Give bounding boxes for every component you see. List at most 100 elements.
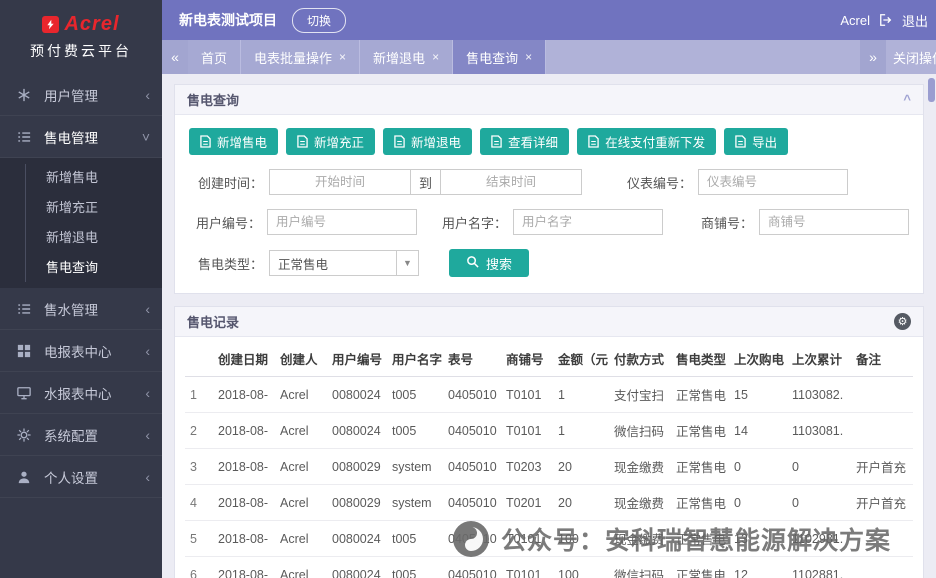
table-row[interactable]: 52018-08-Acrel0080024t0050405010T0101100… [185, 521, 913, 557]
table-cell: Acrel [275, 413, 327, 449]
sidebar-item-water-mgmt[interactable]: 售水管理‹ [0, 288, 162, 330]
tabs: 首页电表批量操作×新增退电× 售电查询 × [188, 40, 546, 74]
new-sale-button[interactable]: 新增售电 [189, 128, 278, 155]
table-cell: 1103081. [787, 413, 851, 449]
chevron-down-icon: ▼ [396, 251, 418, 275]
table-settings-icon[interactable]: ⚙ [894, 313, 911, 330]
online-pay-reissue-button[interactable]: 在线支付重新下发 [577, 128, 716, 155]
logout-button[interactable]: 退出 [902, 11, 928, 30]
logout-icon[interactable] [879, 13, 893, 27]
export-button[interactable]: 导出 [724, 128, 788, 155]
tabs-scroll-left-icon[interactable]: « [162, 40, 188, 74]
sidebar-item-water-report-center[interactable]: 水报表中心‹ [0, 372, 162, 414]
form-row-3: 售电类型： 正常售电 ▼ 搜索 [189, 249, 909, 277]
sidebar-item-user-mgmt[interactable]: 用户管理‹ [0, 74, 162, 116]
tabs-scroll-right-icon[interactable]: » [860, 40, 886, 74]
sidebar-item-label: 售水管理 [44, 299, 145, 319]
chevron-left-icon: ‹ [145, 301, 150, 317]
asterisk-icon [17, 88, 34, 102]
table-cell: T0203 [501, 449, 553, 485]
table-cell: 现金缴费 [609, 485, 671, 521]
doc-icon [394, 135, 405, 148]
list-icon [17, 130, 34, 144]
doc-icon [200, 135, 211, 148]
collapse-panel-icon[interactable]: ^ [903, 92, 911, 107]
view-detail-button[interactable]: 查看详细 [480, 128, 569, 155]
tab-sale-query[interactable]: 售电查询 × [453, 40, 546, 74]
switch-project-button[interactable]: 切换 [292, 8, 346, 33]
sale-query-panel: 售电查询 ^ 新增售电新增充正新增退电查看详细在线支付重新下发导出 创建时间： … [174, 84, 924, 294]
close-icon[interactable]: × [339, 50, 346, 64]
table-row[interactable]: 32018-08-Acrel0080029system0405010T02032… [185, 449, 913, 485]
sidebar-item-label: 系统配置 [44, 425, 145, 445]
close-icon[interactable]: × [525, 50, 532, 64]
table-cell: Acrel [275, 449, 327, 485]
user-name-input[interactable] [513, 209, 663, 235]
sidebar-subitem-new-sale[interactable]: 新增售电 [0, 163, 162, 193]
table-cell: 0080024 [327, 521, 387, 557]
table-cell: 0405010 [443, 485, 501, 521]
sidebar-item-elec-report-center[interactable]: 电报表中心‹ [0, 330, 162, 372]
table-cell: 0 [787, 449, 851, 485]
user-name-label: 用户名字： [435, 213, 507, 232]
table-cell: 4 [185, 485, 213, 521]
action-button-label: 新增充正 [314, 132, 364, 151]
chevron-left-icon: ‹ [145, 427, 150, 443]
table-row[interactable]: 42018-08-Acrel0080029system0405010T02012… [185, 485, 913, 521]
table-cell: 100 [553, 521, 609, 557]
sidebar-item-system-config[interactable]: 系统配置‹ [0, 414, 162, 456]
logo-subtitle: 预付费云平台 [30, 41, 132, 61]
table-cell: 6 [185, 557, 213, 578]
scrollbar-thumb[interactable] [928, 78, 935, 102]
sidebar-subitem-new-correct[interactable]: 新增充正 [0, 193, 162, 223]
table-cell: system [387, 449, 443, 485]
table-cell: 5 [185, 521, 213, 557]
doc-icon [735, 135, 746, 148]
sidebar-menu: 用户管理‹售电管理˅新增售电新增充正新增退电售电查询售水管理‹电报表中心‹水报表… [0, 74, 162, 498]
table-cell: 14 [729, 413, 787, 449]
query-panel-header: 售电查询 ^ [175, 85, 923, 115]
user-no-label: 用户编号： [189, 213, 261, 232]
table-cell: 2018-08- [213, 377, 275, 413]
tab-meter-batch-ops[interactable]: 电表批量操作× [241, 40, 360, 74]
table-header-cell: 备注 [851, 341, 913, 377]
user-no-input[interactable] [267, 209, 417, 235]
table-row[interactable]: 12018-08-Acrel0080024t0050405010T01011支付… [185, 377, 913, 413]
close-icon[interactable]: × [432, 50, 439, 64]
query-panel-body: 新增售电新增充正新增退电查看详细在线支付重新下发导出 创建时间： 到 仪表编号：… [175, 115, 923, 293]
records-panel-title: 售电记录 [187, 312, 239, 331]
action-button-label: 新增售电 [217, 132, 267, 151]
table-header-cell: 用户名字 [387, 341, 443, 377]
new-correct-button[interactable]: 新增充正 [286, 128, 375, 155]
table-row[interactable]: 22018-08-Acrel0080024t0050405010T01011微信… [185, 413, 913, 449]
sale-type-select[interactable]: 正常售电 ▼ [269, 250, 419, 276]
table-cell: 1103082. [787, 377, 851, 413]
tab-label: 售电查询 [466, 48, 518, 67]
meter-no-input[interactable] [698, 169, 848, 195]
table-cell: 正常售电 [671, 377, 729, 413]
end-time-input[interactable] [441, 170, 581, 194]
table-cell: 13 [729, 521, 787, 557]
new-refund-button[interactable]: 新增退电 [383, 128, 472, 155]
sidebar-item-sale-mgmt[interactable]: 售电管理˅ [0, 116, 162, 158]
table-cell: 3 [185, 449, 213, 485]
tab-new-refund[interactable]: 新增退电× [360, 40, 453, 74]
table-cell: T0201 [501, 485, 553, 521]
table-header-cell: 售电类型 [671, 341, 729, 377]
sidebar-item-label: 用户管理 [44, 85, 145, 105]
table-body: 12018-08-Acrel0080024t0050405010T01011支付… [185, 377, 913, 578]
close-tabs-menu[interactable]: 关闭操作 [886, 40, 936, 74]
sidebar-subitem-sale-query[interactable]: 售电查询 [0, 253, 162, 283]
tab-home[interactable]: 首页 [188, 40, 241, 74]
sidebar-subitem-new-refund[interactable]: 新增退电 [0, 223, 162, 253]
start-time-input[interactable] [270, 170, 410, 194]
shop-no-input[interactable] [759, 209, 909, 235]
table-header-cell: 创建人 [275, 341, 327, 377]
username[interactable]: Acrel [840, 13, 870, 28]
table-cell: 1102881. [787, 557, 851, 578]
sidebar-item-personal-settings[interactable]: 个人设置‹ [0, 456, 162, 498]
table-header-cell: 用户编号 [327, 341, 387, 377]
search-button[interactable]: 搜索 [449, 249, 529, 277]
sidebar-item-label: 个人设置 [44, 467, 145, 487]
table-row[interactable]: 62018-08-Acrel0080024t0050405010T0101100… [185, 557, 913, 578]
